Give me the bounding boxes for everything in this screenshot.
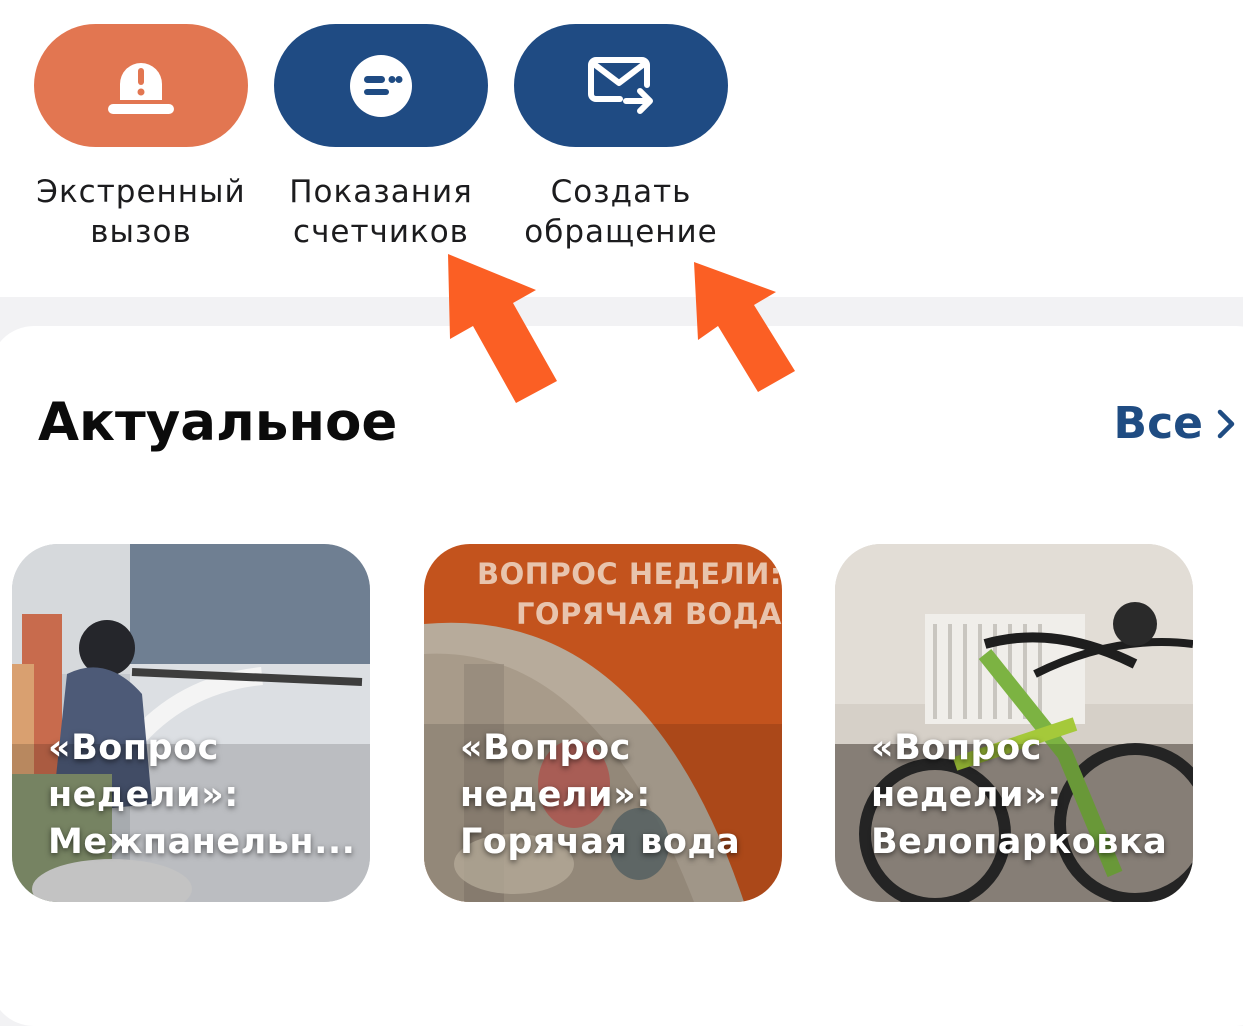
annotation-arrow-icon <box>448 254 557 403</box>
meter-readings-button[interactable] <box>274 24 488 147</box>
send-mail-icon <box>588 56 653 114</box>
see-all-link[interactable]: Все <box>1114 396 1235 452</box>
news-card-title: «Вопрос недели»: Межпанельн... <box>48 728 356 862</box>
news-card-bike-parking[interactable]: «Вопрос недели»: Велопарковка <box>835 544 1193 902</box>
section-title: Актуальное <box>38 392 398 453</box>
meter-readings-label: Показания счетчиков <box>289 174 473 250</box>
emergency-call-button[interactable] <box>34 24 248 147</box>
create-request-button[interactable] <box>514 24 728 147</box>
annotation-arrow-icon <box>694 262 795 392</box>
news-card-hot-water[interactable]: ВОПРОС НЕДЕЛИ: ГОРЯЧАЯ ВОДА «Вопрос неде… <box>424 544 782 902</box>
news-card-title: «Вопрос недели»: Горячая вода <box>460 728 741 862</box>
news-card-title: «Вопрос недели»: Велопарковка <box>871 728 1168 862</box>
emergency-siren-icon <box>108 62 174 114</box>
chevron-right-icon <box>1217 409 1235 439</box>
news-card-interpanel[interactable]: «Вопрос недели»: Межпанельн... <box>12 544 370 902</box>
see-all-label: Все <box>1113 398 1203 449</box>
meter-readings-icon <box>350 54 412 117</box>
emergency-call-label: Экстренный вызов <box>36 174 246 250</box>
news-card-heading: ВОПРОС НЕДЕЛИ: ГОРЯЧАЯ ВОДА <box>477 557 782 631</box>
create-request-label: Создать обращение <box>524 174 718 250</box>
